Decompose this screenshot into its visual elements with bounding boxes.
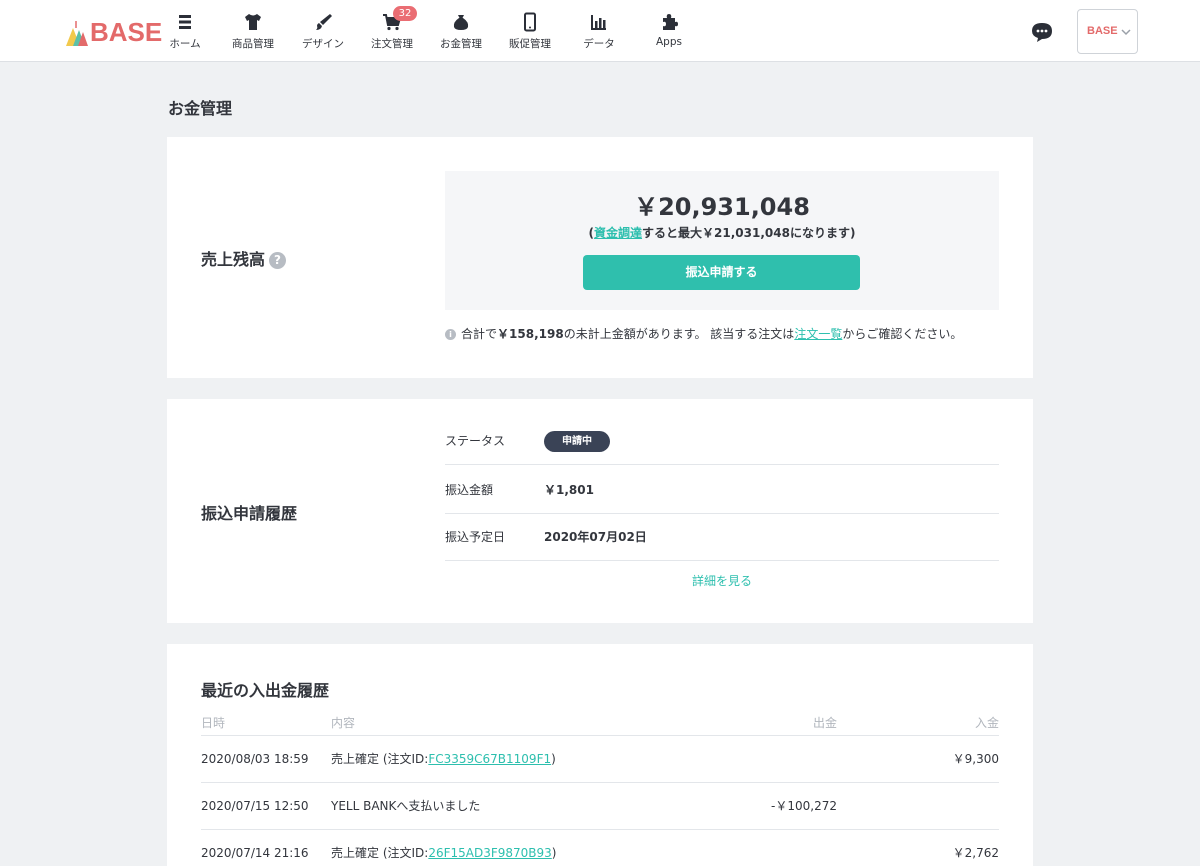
date-row: 振込予定日 2020年07月02日 bbox=[445, 514, 999, 561]
status-badge: 申請中 bbox=[544, 431, 610, 452]
nav-label: お金管理 bbox=[440, 38, 482, 50]
nav-items[interactable]: 商品管理 bbox=[220, 0, 286, 62]
table-row: 2020/07/15 12:50 YELL BANKへ支払いました -￥100,… bbox=[201, 783, 999, 830]
tshirt-icon bbox=[245, 14, 261, 30]
date-value: 2020年07月02日 bbox=[544, 530, 647, 544]
account-menu-button[interactable]: BASE bbox=[1077, 9, 1138, 54]
nav-data[interactable]: データ bbox=[566, 0, 632, 62]
amount-value: ￥1,801 bbox=[544, 483, 594, 497]
tent-logo-icon bbox=[66, 21, 88, 46]
amount-key: 振込金額 bbox=[445, 483, 494, 497]
order-list-link[interactable]: 注文一覧 bbox=[794, 327, 842, 341]
help-icon[interactable]: ? bbox=[269, 252, 287, 269]
col-in: 入金 bbox=[974, 716, 999, 730]
bar-chart-icon bbox=[591, 15, 606, 30]
table-row: 2020/07/14 21:16 売上確定 (注文ID:26F15AD3F987… bbox=[201, 830, 999, 866]
row-desc: YELL BANKへ支払いました bbox=[331, 799, 481, 813]
nav-label: ホーム bbox=[169, 38, 201, 50]
funding-note: (資金調達すると最大￥21,031,048になります) bbox=[588, 226, 856, 240]
table-header: 日時 内容 出金 入金 bbox=[201, 714, 999, 736]
puzzle-icon bbox=[663, 14, 678, 30]
row-in: ￥2,762 bbox=[952, 846, 999, 860]
order-id-link[interactable]: 26F15AD3F9870B93 bbox=[428, 846, 551, 860]
funding-link[interactable]: 資金調達 bbox=[594, 226, 642, 240]
status-row: ステータス 申請中 bbox=[445, 418, 999, 465]
nav-design[interactable]: デザイン bbox=[290, 0, 356, 62]
top-header: BASE ホーム 商品管理 デザイン 注文管理 お金管理 販促管理 データ Ap… bbox=[0, 0, 1200, 62]
row-date: 2020/07/14 21:16 bbox=[201, 846, 309, 860]
row-date: 2020/07/15 12:50 bbox=[201, 799, 309, 813]
nav-label: 販促管理 bbox=[509, 38, 551, 50]
nav-label: データ bbox=[583, 38, 615, 50]
phone-icon bbox=[524, 12, 536, 32]
chat-bubble-icon bbox=[1032, 23, 1052, 42]
col-out: 出金 bbox=[812, 716, 837, 730]
unrecorded-amount: ￥158,198 bbox=[497, 327, 564, 341]
info-icon: i bbox=[445, 329, 456, 340]
col-date: 日時 bbox=[201, 716, 226, 730]
row-date: 2020/08/03 18:59 bbox=[201, 752, 309, 766]
nav-home[interactable]: ホーム bbox=[152, 0, 218, 62]
status-key: ステータス bbox=[445, 434, 506, 448]
nav-label: 注文管理 bbox=[371, 38, 413, 50]
row-desc: 売上確定 (注文ID:26F15AD3F9870B93) bbox=[331, 846, 557, 860]
transfer-history-label: 振込申請履歴 bbox=[201, 504, 298, 523]
nav-label: 商品管理 bbox=[232, 38, 274, 50]
brush-icon bbox=[316, 14, 332, 30]
date-key: 振込予定日 bbox=[445, 530, 506, 544]
balance-card: 売上残高? ￥20,931,048 (資金調達すると最大￥21,031,048に… bbox=[167, 137, 1033, 378]
row-out: -￥100,272 bbox=[771, 799, 837, 813]
nav-money[interactable]: お金管理 bbox=[428, 0, 494, 62]
amount-row: 振込金額 ￥1,801 bbox=[445, 467, 999, 514]
balance-amount: ￥20,931,048 bbox=[634, 193, 810, 221]
balance-box: ￥20,931,048 (資金調達すると最大￥21,031,048になります) … bbox=[445, 171, 999, 310]
nav-label: デザイン bbox=[302, 38, 344, 50]
transfer-history-card: 振込申請履歴 ステータス 申請中 振込金額 ￥1,801 振込予定日 2020年… bbox=[167, 399, 1033, 623]
balance-label: 売上残高 bbox=[201, 250, 266, 269]
nav-promotion[interactable]: 販促管理 bbox=[497, 0, 563, 62]
recent-label: 最近の入出金履歴 bbox=[201, 681, 330, 700]
base-logo[interactable]: BASE bbox=[64, 16, 162, 48]
view-details-link[interactable]: 詳細を見る bbox=[445, 572, 999, 589]
page-title: お金管理 bbox=[168, 99, 233, 118]
transfer-request-button[interactable]: 振込申請する bbox=[583, 255, 860, 290]
account-logo: BASE bbox=[1087, 25, 1118, 37]
row-in: ￥9,300 bbox=[952, 752, 999, 766]
unrecorded-info: i 合計で￥158,198の未計上金額があります。 該当する注文は注文一覧からご確… bbox=[445, 325, 962, 342]
chevron-down-icon bbox=[1121, 29, 1131, 36]
chat-button[interactable] bbox=[1030, 21, 1054, 43]
row-desc: 売上確定 (注文ID:FC3359C67B1109F1) bbox=[331, 752, 556, 766]
home-list-icon bbox=[179, 15, 191, 29]
col-desc: 内容 bbox=[331, 716, 356, 730]
nav-label: Apps bbox=[656, 36, 682, 48]
table-row: 2020/08/03 18:59 売上確定 (注文ID:FC3359C67B11… bbox=[201, 736, 999, 783]
recent-transactions-card: 最近の入出金履歴 日時 内容 出金 入金 2020/08/03 18:59 売上… bbox=[167, 644, 1033, 866]
order-count-badge: 32 bbox=[393, 6, 417, 21]
balance-label-wrap: 売上残高? bbox=[201, 246, 287, 270]
nav-apps[interactable]: Apps bbox=[636, 0, 702, 62]
order-id-link[interactable]: FC3359C67B1109F1 bbox=[428, 752, 551, 766]
money-bag-icon bbox=[453, 15, 469, 30]
